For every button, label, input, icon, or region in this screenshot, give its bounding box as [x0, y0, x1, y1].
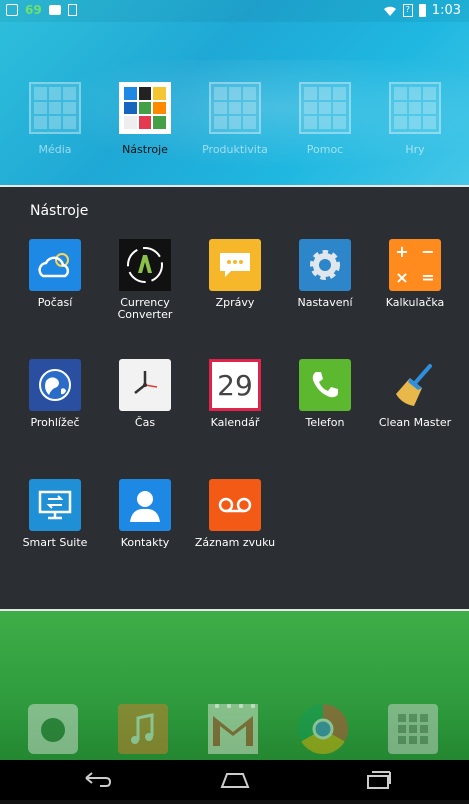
voice-recorder-icon	[209, 479, 261, 531]
back-icon	[85, 772, 112, 787]
app-zaznam-zvuku[interactable]: Záznam zvuku	[190, 479, 280, 549]
app-zpravy[interactable]: Zprávy	[190, 239, 280, 309]
app-label: Počasí	[37, 296, 73, 309]
contacts-icon	[119, 479, 171, 531]
app-clean-master[interactable]: Clean Master	[370, 359, 460, 429]
camera-icon[interactable]	[28, 704, 78, 754]
folder-label: Nástroje	[122, 143, 168, 156]
folder-thumbnail	[119, 82, 171, 134]
app-cas[interactable]: Čas	[100, 359, 190, 429]
sim-unknown-icon: ?	[402, 4, 413, 17]
app-label: Currency Converter	[117, 296, 173, 321]
gallery-icon	[6, 4, 18, 16]
app-pocasi[interactable]: Počasí	[10, 239, 100, 309]
briefcase-icon	[48, 5, 61, 15]
app-drawer-icon[interactable]	[388, 704, 438, 754]
app-nastaveni[interactable]: Nastavení	[280, 239, 370, 309]
phone-icon	[299, 359, 351, 411]
app-label: Kontakty	[120, 536, 170, 549]
battery-percent: 69	[25, 3, 42, 17]
app-kontakty[interactable]: Kontakty	[100, 479, 190, 549]
weather-icon	[29, 239, 81, 291]
back-button[interactable]	[68, 760, 128, 800]
calendar-icon: 29	[209, 359, 261, 411]
clock-icon	[119, 359, 171, 411]
recents-button[interactable]	[348, 760, 408, 800]
folder-thumbnail	[299, 82, 351, 134]
app-prohlizec[interactable]: Prohlížeč	[10, 359, 100, 429]
folder-produktivita[interactable]: Produktivita	[190, 82, 280, 156]
music-icon[interactable]	[118, 704, 168, 754]
folder-thumbnail	[209, 82, 261, 134]
settings-icon	[299, 239, 351, 291]
status-bar: 69 ? 1:03	[0, 0, 469, 22]
app-label: Clean Master	[378, 416, 452, 429]
browser-icon	[29, 359, 81, 411]
home-button[interactable]	[205, 760, 265, 800]
smart-suite-icon	[29, 479, 81, 531]
app-label: Prohlížeč	[30, 416, 80, 429]
panel-title: Nástroje	[30, 203, 89, 219]
broom-icon	[389, 359, 441, 411]
folder-label: Produktivita	[202, 143, 268, 156]
currency-icon	[119, 239, 171, 291]
calendar-day: 29	[217, 368, 253, 402]
folder-strip: Média Nástroje Produktivita Pomoc Hry	[0, 82, 469, 172]
app-label: Nastavení	[297, 296, 353, 309]
app-label: Kalendář	[210, 416, 260, 429]
folder-label: Pomoc	[306, 143, 344, 156]
folder-hry[interactable]: Hry	[370, 82, 460, 156]
navigation-bar	[0, 760, 469, 800]
messages-icon	[209, 239, 261, 291]
app-label: Záznam zvuku	[194, 536, 276, 549]
folder-media[interactable]: Média	[10, 82, 100, 156]
app-telefon[interactable]: Telefon	[280, 359, 370, 429]
app-label: Smart Suite	[22, 536, 88, 549]
app-label: Kalkulačka	[385, 296, 445, 309]
battery-icon	[418, 4, 426, 17]
dock	[0, 702, 469, 758]
sd-card-icon	[67, 4, 77, 16]
home-icon	[220, 773, 250, 788]
recents-icon	[367, 771, 391, 789]
app-label: Telefon	[305, 416, 345, 429]
folder-nastroje[interactable]: Nástroje	[100, 82, 190, 156]
clock-time: 1:03	[431, 3, 461, 18]
app-smart-suite[interactable]: Smart Suite	[10, 479, 100, 549]
folder-label: Hry	[405, 143, 425, 156]
app-kalkulacka[interactable]: + − × = Kalkulačka	[370, 239, 460, 309]
folder-panel: Nástroje Počasí Currency Converter Zpráv…	[0, 185, 469, 611]
folder-label: Média	[38, 143, 72, 156]
folder-pomoc[interactable]: Pomoc	[280, 82, 370, 156]
app-currency-converter[interactable]: Currency Converter	[100, 239, 190, 321]
folder-thumbnail	[389, 82, 441, 134]
calculator-icon: + − × =	[389, 239, 441, 291]
app-label: Zprávy	[215, 296, 255, 309]
folder-thumbnail	[29, 82, 81, 134]
app-kalendar[interactable]: 29 Kalendář	[190, 359, 280, 429]
gmail-icon[interactable]	[208, 704, 258, 754]
chrome-icon[interactable]	[298, 704, 348, 754]
wifi-icon	[383, 6, 396, 16]
app-label: Čas	[134, 416, 156, 429]
